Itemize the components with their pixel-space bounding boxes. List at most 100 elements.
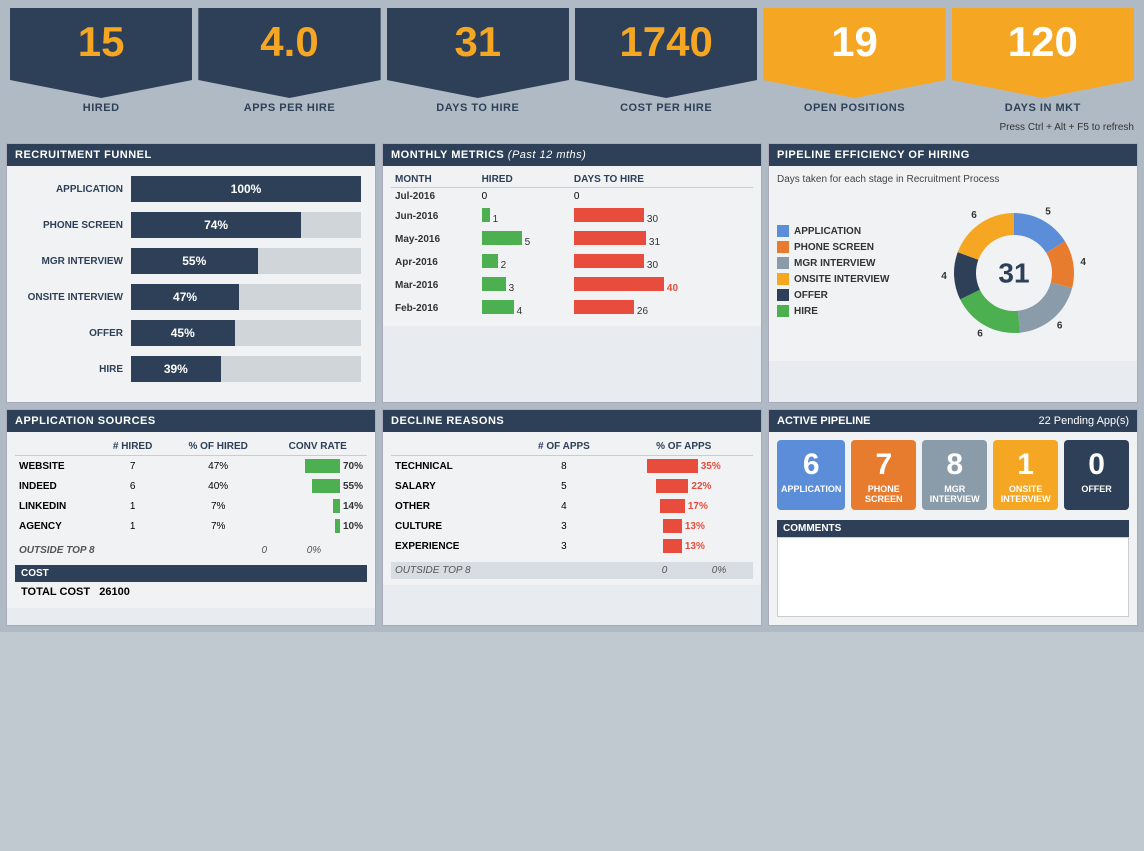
col-source [15,438,97,456]
funnel-row: OFFER45% [21,320,361,346]
kpi-item: 4.0APPS PER HIRE [198,8,380,120]
legend-color [777,257,789,269]
legend-color [777,225,789,237]
source-row: LINKEDIN17%14% [15,496,367,516]
pipeline-body: Days taken for each stage in Recruitment… [769,166,1137,361]
source-row: AGENCY17%10% [15,516,367,536]
donut-center-value: 31 [999,258,1030,289]
kpi-label: APPS PER HIRE [244,98,335,120]
pipeline-boxes: 6APPLICATION7PHONE SCREEN8MGR INTERVIEW1… [777,440,1129,510]
funnel-stage-label: OFFER [21,328,131,339]
donut-segment [958,213,1014,260]
funnel-stage-label: PHONE SCREEN [21,220,131,231]
cost-row: TOTAL COST 26100 [15,582,367,602]
decline-row: CULTURE313% [391,516,753,536]
source-row: WEBSITE747%70% [15,456,367,477]
funnel-row: HIRE39% [21,356,361,382]
donut-label: 6 [977,329,983,340]
donut-wrap: 54664631 [899,193,1129,353]
recruitment-funnel-panel: RECRUITMENT FUNNEL APPLICATION100%PHONE … [6,143,376,403]
metrics-row: Mar-2016340 [391,274,753,297]
sources-outside-table: OUTSIDE TOP 8 0 0% [15,542,367,559]
comments-body [777,537,1129,617]
kpi-value: 4.0 [198,8,380,98]
cost-header: COST [15,565,367,582]
pipeline-stage-box: 1ONSITE INTERVIEW [993,440,1058,510]
d-col-apps: # OF APPS [513,438,614,456]
cost-section: COST TOTAL COST 26100 [15,565,367,602]
metrics-table: MONTHHIREDDAYS TO HIREJul-201600Jun-2016… [391,172,753,320]
metrics-row: Jul-201600 [391,188,753,206]
source-row: INDEED640%55% [15,476,367,496]
active-pipeline-title: ACTIVE PIPELINE [777,415,871,427]
outside-pct: 0% [283,542,345,559]
metrics-row: Feb-2016426 [391,297,753,320]
outside-label: OUTSIDE TOP 8 [15,542,246,559]
comments-header: COMMENTS [777,520,1129,537]
d-col-pct: % OF APPS [614,438,753,456]
kpi-label: DAYS TO HIRE [436,98,519,120]
pending-count: 22 Pending App(s) [1038,415,1129,427]
decline-table: # OF APPS % OF APPS TECHNICAL835%SALARY5… [391,438,753,556]
pipeline-stage-box: 8MGR INTERVIEW [922,440,987,510]
kpi-item: 19OPEN POSITIONS [763,8,945,120]
funnel-bar-wrap: 100% [131,176,361,202]
funnel-bar: 100% [131,176,361,202]
pipeline-panel: PIPELINE EFFICIENCY OF HIRING Days taken… [768,143,1138,403]
donut-label: 6 [971,210,977,221]
funnel-bar-wrap: 39% [131,356,361,382]
kpi-label: HIRED [83,98,120,120]
funnel-row: PHONE SCREEN74% [21,212,361,238]
kpi-bar: 15HIRED4.0APPS PER HIRE31DAYS TO HIRE174… [0,0,1144,120]
donut-segment [1018,283,1072,333]
funnel-stage-label: MGR INTERVIEW [21,256,131,267]
donut-segment [960,290,1020,333]
decline-row: TECHNICAL835% [391,456,753,477]
funnel-bar: 55% [131,248,258,274]
funnel-row: APPLICATION100% [21,176,361,202]
kpi-item: 31DAYS TO HIRE [387,8,569,120]
kpi-value: 15 [10,8,192,98]
metrics-row: May-2016531 [391,228,753,251]
cost-value: 26100 [99,586,130,598]
kpi-value: 31 [387,8,569,98]
col-pct-hired: % OF HIRED [168,438,268,456]
active-pipeline-body: 6APPLICATION7PHONE SCREEN8MGR INTERVIEW1… [769,432,1137,625]
monthly-header: MONTHLY METRICS (Past 12 mths) [383,144,761,166]
cost-label: TOTAL COST [21,586,90,598]
kpi-value: 1740 [575,8,757,98]
decline-header: DECLINE REASONS [383,410,761,432]
outside-hired: 0 [246,542,283,559]
pipeline-header: PIPELINE EFFICIENCY OF HIRING [769,144,1137,166]
pipeline-stage-box: 7PHONE SCREEN [851,440,916,510]
decline-body: # OF APPS % OF APPS TECHNICAL835%SALARY5… [383,432,761,585]
pipeline-stage-box: 0OFFER [1064,440,1129,510]
kpi-value: 120 [952,8,1134,98]
pipeline-content: APPLICATIONPHONE SCREENMGR INTERVIEWONSI… [777,193,1129,353]
donut-chart: 54664631 [934,193,1094,353]
funnel-stage-label: HIRE [21,364,131,375]
pipeline-subtitle: Days taken for each stage in Recruitment… [777,174,1129,185]
legend-item: APPLICATION [777,225,889,237]
monthly-metrics-panel: MONTHLY METRICS (Past 12 mths) MONTHHIRE… [382,143,762,403]
d-outside-pct: 0% [685,562,753,579]
donut-label: 4 [941,271,947,282]
decline-panel: DECLINE REASONS # OF APPS % OF APPS TECH… [382,409,762,626]
kpi-item: 15HIRED [10,8,192,120]
col-conv: CONV RATE [268,438,367,456]
app-sources-header: APPLICATION SOURCES [7,410,375,432]
funnel-bar-wrap: 47% [131,284,361,310]
legend-item: OFFER [777,289,889,301]
legend-list: APPLICATIONPHONE SCREENMGR INTERVIEWONSI… [777,225,889,321]
funnel-body: APPLICATION100% PHONE SCREEN74% MGR INTERV… [7,166,375,402]
kpi-label: COST PER HIRE [620,98,712,120]
active-pipeline-header: ACTIVE PIPELINE 22 Pending App(s) [769,410,1137,432]
kpi-item: 120DAYS IN MKT [952,8,1134,120]
donut-label: 4 [1081,257,1087,268]
funnel-row: MGR INTERVIEW55% [21,248,361,274]
funnel-bar: 47% [131,284,239,310]
pipeline-stage-box: 6APPLICATION [777,440,845,510]
d-col-reason [391,438,513,456]
legend-item: PHONE SCREEN [777,241,889,253]
funnel-bar-wrap: 45% [131,320,361,346]
